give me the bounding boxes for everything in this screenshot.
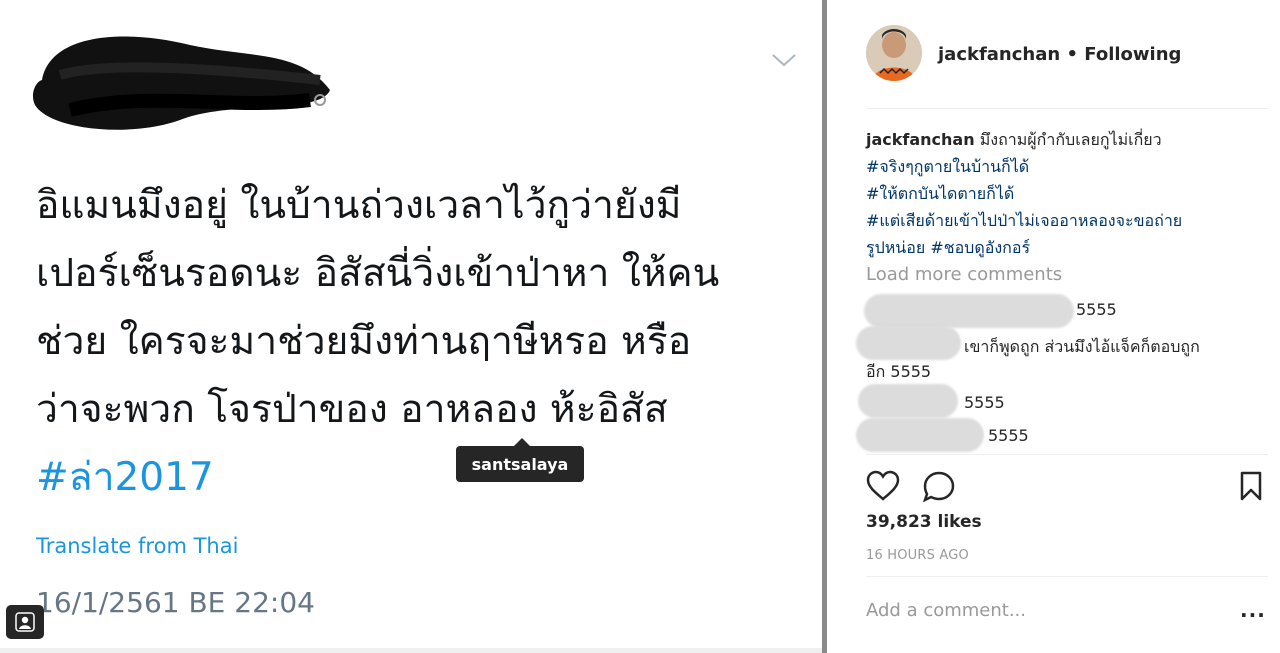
redacted-username <box>858 384 958 418</box>
comment-text-continued: อีก 5555 <box>866 362 932 381</box>
caption-hashtag[interactable]: รูปหน่อย #ชอบดูอังกอร์ <box>866 234 1258 261</box>
bookmark-icon[interactable] <box>1238 470 1264 502</box>
redacted-username <box>856 418 984 452</box>
tweet-image[interactable]: อิแมนมึงอยู่ ในบ้านถ่วงเวลาไว้กูว่ายังมี… <box>0 0 825 653</box>
load-more-comments[interactable]: Load more comments <box>866 264 1062 285</box>
comment-text: 5555 <box>988 426 1029 445</box>
tweet-line: เปอร์เซ็นรอดนะ อิสัสนี่วิ่งเข้าป่าหา ให้… <box>36 251 720 296</box>
panel-divider <box>822 0 827 653</box>
user-tag-tooltip[interactable]: santsalaya <box>456 438 584 482</box>
post-header: jackfanchan • Following <box>866 25 1266 85</box>
follow-status[interactable]: Following <box>1084 44 1181 65</box>
translate-link[interactable]: Translate from Thai <box>36 534 238 558</box>
more-options-button[interactable]: ... <box>1240 598 1266 622</box>
dot-separator: • <box>1066 44 1085 65</box>
header-username-row: jackfanchan • Following <box>938 44 1181 65</box>
comment-text: เขาก็พูดถูก ส่วนมึงไอ้แจ็คก็ตอบถูก <box>964 337 1200 356</box>
chevron-down-icon[interactable] <box>770 50 798 70</box>
header-divider <box>866 108 1268 109</box>
caption-username[interactable]: jackfanchan <box>866 130 975 149</box>
tweet-line: ว่าจะพวก โจรป่าของ อาหลอง ห้ะอิสัส <box>36 387 668 432</box>
tweet-line: อิแมนมึงอยู่ ในบ้านถ่วงเวลาไว้กูว่ายังมี <box>36 183 682 228</box>
heart-icon[interactable] <box>866 470 900 502</box>
redacted-username <box>864 294 1074 328</box>
header-username[interactable]: jackfanchan <box>938 44 1060 65</box>
user-tag-icon[interactable] <box>6 605 44 639</box>
avatar[interactable] <box>866 25 922 81</box>
post-caption: jackfanchan มึงถามผู้กำกับเลยกูไม่เกี่ยว… <box>866 126 1258 261</box>
post-time: 16 HOURS AGO <box>866 548 969 563</box>
add-comment-divider <box>866 576 1268 577</box>
tweet-body: อิแมนมึงอยู่ ในบ้านถ่วงเวลาไว้กูว่ายังมี… <box>36 172 796 444</box>
tweet-hashtag[interactable]: #ล่า2017 <box>36 448 214 508</box>
post-panel: jackfanchan • Following jackfanchan มึงถ… <box>828 0 1280 653</box>
redacted-scribble <box>32 36 330 130</box>
action-bar <box>866 468 1266 504</box>
caption-hashtag[interactable]: #แต่เสียด้ายเข้าไปป่าไม่เจออาหลองจะขอถ่า… <box>866 207 1258 234</box>
caption-text: มึงถามผู้กำกับเลยกูไม่เกี่ยว <box>979 130 1162 149</box>
add-comment-input[interactable]: Add a comment... <box>866 600 1026 621</box>
comment-text: 5555 <box>964 393 1005 412</box>
tweet-line: ช่วย ใครจะมาช่วยมึงท่านฤาษีหรอ หรือ <box>36 319 692 364</box>
caption-hashtag[interactable]: #ให้ตกบันไดตายก็ได้ <box>866 180 1258 207</box>
tweet-timestamp: 16/1/2561 BE 22:04 <box>36 586 315 619</box>
comments-divider <box>866 454 1268 455</box>
comment-text: 5555 <box>1076 300 1117 319</box>
caption-hashtag[interactable]: #จริงๆกูตายในบ้านก็ได้ <box>866 153 1258 180</box>
redacted-username <box>856 326 961 360</box>
like-count[interactable]: 39,823 likes <box>866 512 982 532</box>
comment-icon[interactable] <box>922 470 956 502</box>
image-bottom-edge <box>0 648 825 653</box>
